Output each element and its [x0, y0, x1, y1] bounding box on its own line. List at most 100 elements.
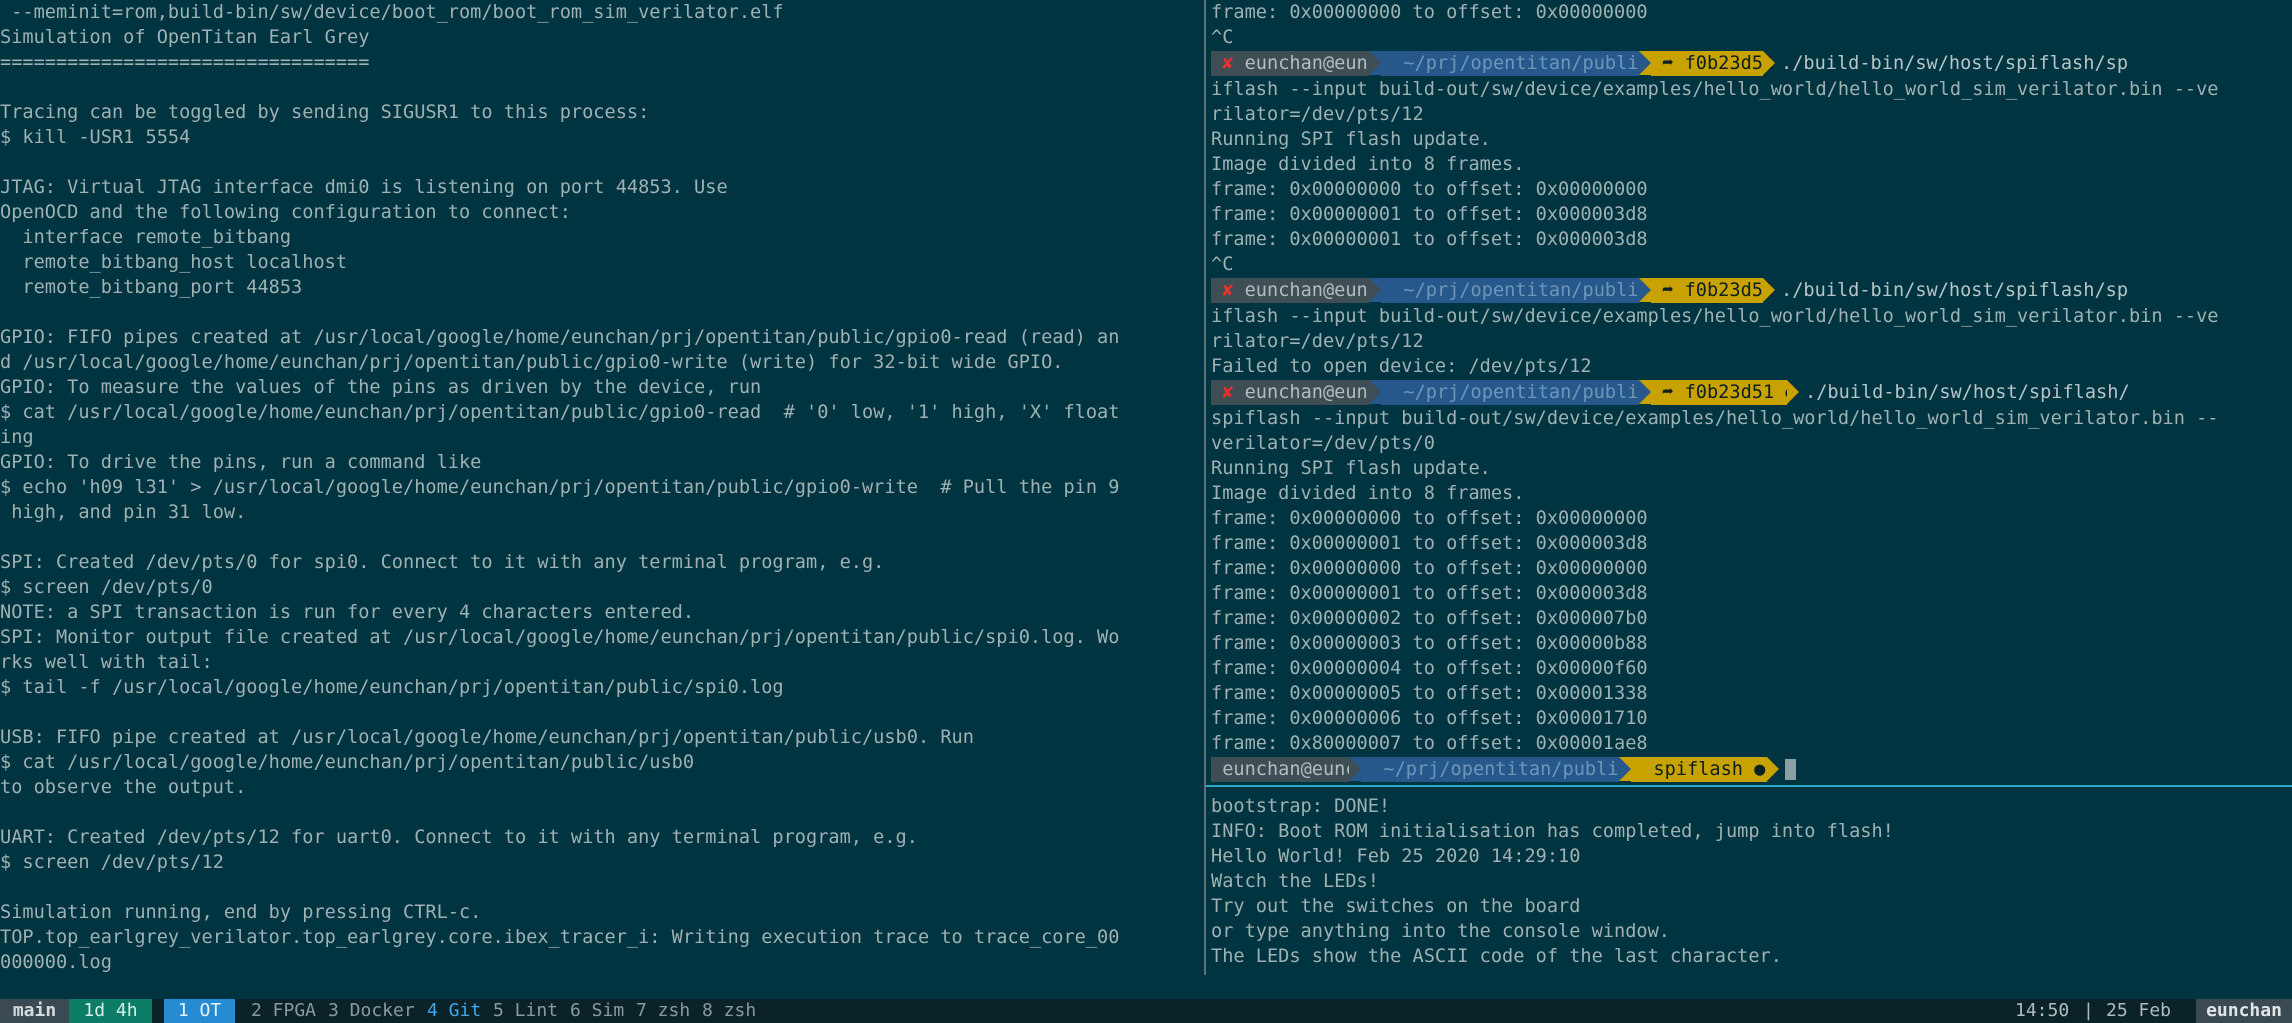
- prompt-command-text: ./build-bin/sw/host/spiflash/sp: [1781, 53, 2129, 74]
- terminal-line: iflash --input build-out/sw/device/examp…: [1211, 306, 2219, 327]
- terminal-line: $ tail -f /usr/local/google/home/eunchan…: [0, 677, 784, 698]
- terminal-line: $ echo 'h09 l31' > /usr/local/google/hom…: [0, 477, 1120, 498]
- powerline-separator-icon: [1639, 278, 1651, 302]
- terminal-line: ing: [0, 427, 34, 448]
- terminal-line: frame: 0x00000002 to offset: 0x000007b0: [1211, 608, 1648, 629]
- terminal-line: frame: 0x00000004 to offset: 0x00000f60: [1211, 658, 1648, 679]
- prompt-command: [1785, 757, 1796, 782]
- shell-prompt: ✘ eunchan@eunchan ~/prj/opentitan/public…: [1211, 380, 2292, 405]
- powerline-separator-icon: [1639, 51, 1651, 75]
- terminal-cursor[interactable]: [1785, 759, 1796, 780]
- uptime-badge: 1d 4h: [69, 999, 152, 1023]
- terminal-line: frame: 0x00000000 to offset: 0x00000000: [1211, 2, 1648, 23]
- prompt-git-branch: ➦ f0b23d51: [1662, 53, 1775, 74]
- terminal-line: remote_bitbang_host localhost: [0, 252, 348, 273]
- prompt-context-segment: ✘ eunchan@eunchan: [1211, 51, 1413, 76]
- terminal-line: to observe the output.: [0, 777, 247, 798]
- terminal-line: frame: 0x00000001 to offset: 0x000003d8: [1211, 533, 1648, 554]
- terminal-line: ^C: [1211, 254, 1234, 275]
- terminal-line: Hello World! Feb 25 2020 14:29:10: [1211, 846, 1581, 867]
- terminal-line: Running SPI flash update.: [1211, 458, 1491, 479]
- powerline-separator-icon: [1369, 380, 1381, 404]
- error-x-icon: ✘: [1222, 53, 1234, 74]
- powerline-separator-icon: [1369, 278, 1381, 302]
- terminal-line: 000000.log: [0, 952, 112, 973]
- prompt-git-segment: ➦ f0b23d51 ●: [1651, 380, 1797, 405]
- powerline-separator-icon: [1767, 757, 1779, 781]
- shell-prompt: ✘ eunchan@eunchan ~/prj/opentitan/public…: [1211, 51, 2292, 76]
- prompt-git-segment: spiflash ●: [1631, 757, 1767, 782]
- powerline-separator-icon: [1787, 380, 1799, 404]
- clock-separator: |: [2083, 1000, 2094, 1021]
- tmux-window-tab[interactable]: 8 zsh: [702, 999, 756, 1023]
- terminal-line: frame: 0x00000003 to offset: 0x00000b88: [1211, 633, 1648, 654]
- prompt-directory-text: ~/prj/opentitan/public: [1403, 382, 1650, 403]
- terminal-line: $ cat /usr/local/google/home/eunchan/prj…: [0, 752, 695, 773]
- prompt-git-branch: ➦ f0b23d51 ●: [1662, 382, 1797, 403]
- prompt-git-segment: ➦ f0b23d51: [1651, 51, 1774, 76]
- tmux-window-tab[interactable]: 7 zsh: [636, 999, 690, 1023]
- prompt-command: ./build-bin/sw/host/spiflash/: [1805, 380, 2130, 405]
- tmux-window-tab[interactable]: 3 Docker: [328, 999, 415, 1023]
- terminal-line: high, and pin 31 low.: [0, 502, 247, 523]
- terminal-line: Running SPI flash update.: [1211, 129, 1491, 150]
- terminal-line: Try out the switches on the board: [1211, 896, 1581, 917]
- terminal-line: frame: 0x80000007 to offset: 0x00001ae8: [1211, 733, 1648, 754]
- terminal-line: $ cat /usr/local/google/home/eunchan/prj…: [0, 402, 1120, 423]
- prompt-directory-segment: ~/prj/opentitan/public: [1381, 278, 1650, 303]
- terminal-line: rks well with tail:: [0, 652, 213, 673]
- terminal-line: $ kill -USR1 5554: [0, 127, 191, 148]
- terminal-line: frame: 0x00000000 to offset: 0x00000000: [1211, 179, 1648, 200]
- terminal-line: frame: 0x00000001 to offset: 0x000003d8: [1211, 583, 1648, 604]
- prompt-context-segment: eunchan@eunchan: [1211, 757, 1390, 782]
- terminal-line: frame: 0x00000000 to offset: 0x00000000: [1211, 558, 1648, 579]
- terminal-line: OpenOCD and the following configuration …: [0, 202, 571, 223]
- tmux-screen: --meminit=rom,build-bin/sw/device/boot_r…: [0, 0, 2292, 1023]
- terminal-line: frame: 0x00000005 to offset: 0x00001338: [1211, 683, 1648, 704]
- tmux-window-tab[interactable]: 2 FPGA: [251, 999, 316, 1023]
- terminal-line: spiflash --input build-out/sw/device/exa…: [1211, 408, 2219, 429]
- shell-prompt: eunchan@eunchan ~/prj/opentitan/public s…: [1211, 757, 2292, 782]
- error-x-icon: ✘: [1222, 382, 1234, 403]
- terminal-line: GPIO: To measure the values of the pins …: [0, 377, 762, 398]
- terminal-line: USB: FIFO pipe created at /usr/local/goo…: [0, 727, 974, 748]
- shell-prompt: ✘ eunchan@eunchan ~/prj/opentitan/public…: [1211, 278, 2292, 303]
- terminal-line: remote_bitbang_port 44853: [0, 277, 303, 298]
- terminal-line: frame: 0x00000006 to offset: 0x00001710: [1211, 708, 1648, 729]
- powerline-separator-icon: [1349, 757, 1361, 781]
- terminal-line: The LEDs show the ASCII code of the last…: [1211, 946, 1782, 967]
- terminal-line: Simulation running, end by pressing CTRL…: [0, 902, 482, 923]
- terminal-line: NOTE: a SPI transaction is run for every…: [0, 602, 695, 623]
- terminal-line: Tracing can be toggled by sending SIGUSR…: [0, 102, 650, 123]
- left-pane-simulator-output[interactable]: --meminit=rom,build-bin/sw/device/boot_r…: [0, 0, 1204, 975]
- powerline-separator-icon: [1763, 51, 1775, 75]
- vertical-pane-divider[interactable]: [1204, 0, 1206, 975]
- terminal-line: TOP.top_earlgrey_verilator.top_earlgrey.…: [0, 927, 1120, 948]
- prompt-command-text: ./build-bin/sw/host/spiflash/sp: [1781, 280, 2129, 301]
- tmux-window-tab[interactable]: 5 Lint: [493, 999, 558, 1023]
- error-x-icon: ✘: [1222, 280, 1234, 301]
- terminal-line: interface remote_bitbang: [0, 227, 292, 248]
- terminal-line: $ screen /dev/pts/0: [0, 577, 213, 598]
- powerline-separator-icon: [1619, 757, 1631, 781]
- terminal-line: JTAG: Virtual JTAG interface dmi0 is lis…: [0, 177, 728, 198]
- tmux-window-tab[interactable]: 4 Git: [427, 999, 481, 1023]
- tmux-window-tab[interactable]: 1 OT: [164, 999, 235, 1023]
- right-bottom-pane-uart-console[interactable]: bootstrap: DONE! INFO: Boot ROM initialis…: [1211, 794, 2292, 975]
- powerline-separator-icon: [1763, 278, 1775, 302]
- prompt-context-segment: ✘ eunchan@eunchan: [1211, 278, 1413, 303]
- terminal-line: frame: 0x00000001 to offset: 0x000003d8: [1211, 229, 1648, 250]
- terminal-line: ^C: [1211, 27, 1234, 48]
- status-user: eunchan: [2196, 999, 2292, 1023]
- prompt-command-text: ./build-bin/sw/host/spiflash/: [1805, 382, 2130, 403]
- right-top-pane-shell[interactable]: frame: 0x00000000 to offset: 0x00000000 ^…: [1211, 0, 2292, 784]
- terminal-line: iflash --input build-out/sw/device/examp…: [1211, 79, 2219, 100]
- horizontal-pane-divider[interactable]: [1206, 785, 2292, 787]
- terminal-line: Image divided into 8 frames.: [1211, 154, 1525, 175]
- tmux-window-tab[interactable]: 6 Sim: [570, 999, 624, 1023]
- terminal-line: frame: 0x00000000 to offset: 0x00000000: [1211, 508, 1648, 529]
